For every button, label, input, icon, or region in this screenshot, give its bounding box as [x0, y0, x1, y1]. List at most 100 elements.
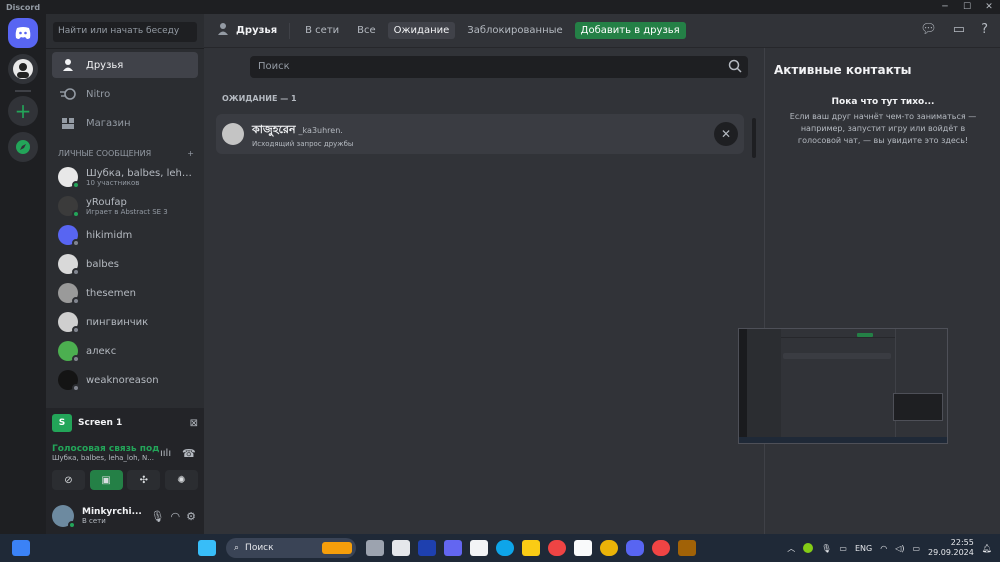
- volume-icon[interactable]: ◁): [895, 544, 904, 553]
- rail-divider: [15, 90, 31, 92]
- clock-date: 29.09.2024: [928, 548, 974, 557]
- document-icon[interactable]: [574, 540, 592, 556]
- stop-stream-icon[interactable]: ⊠: [190, 418, 198, 429]
- dm-name: алекс: [86, 345, 117, 357]
- avatar: [58, 312, 80, 334]
- window-title: Discord: [6, 2, 41, 12]
- yandex-browser-icon[interactable]: [652, 540, 670, 556]
- pending-request-row[interactable]: কাজুহরেন _ka3uhren. Исходящий запрос друж…: [216, 114, 744, 154]
- camera-off-button[interactable]: ⊘: [52, 470, 85, 490]
- task-view-icon[interactable]: [366, 540, 384, 556]
- explore-servers-button[interactable]: [8, 132, 38, 162]
- dm-item[interactable]: yRoufap Играет в Abstract SE 3: [52, 193, 198, 219]
- minimize-button[interactable]: ─: [934, 2, 956, 12]
- mic-tray-icon[interactable]: 🎙︎: [821, 544, 831, 553]
- add-friend-button[interactable]: Добавить в друзья: [574, 22, 686, 39]
- friends-icon: [60, 57, 76, 73]
- server-rail: +: [0, 14, 46, 534]
- avatar: [58, 341, 80, 363]
- preview-rail: [739, 329, 747, 443]
- empty-title: Пока что тут тихо...: [831, 97, 935, 107]
- add-server-button[interactable]: +: [8, 96, 38, 126]
- tab-online[interactable]: В сети: [299, 22, 345, 39]
- stream-preview[interactable]: [738, 328, 948, 444]
- cancel-request-button[interactable]: ✕: [714, 122, 738, 146]
- voice-channel[interactable]: Шубка, balbes, leha_loh, N...: [52, 454, 198, 462]
- share-screen-button[interactable]: ▣: [89, 470, 123, 490]
- home-button[interactable]: [8, 18, 38, 48]
- close-icon: ✕: [720, 127, 732, 141]
- wifi-icon[interactable]: ◠: [880, 544, 887, 553]
- voice-title: Голосовая связь под: [52, 444, 160, 454]
- dm-name: hikimidm: [86, 229, 133, 241]
- stream-panel: S Screen 1 ⊠ Голосовая связь под Шубка, …: [46, 408, 204, 498]
- nav-shop[interactable]: Магазин: [52, 110, 198, 136]
- yandex-icon[interactable]: [548, 540, 566, 556]
- minecraft-icon[interactable]: [678, 540, 696, 556]
- user-info[interactable]: Minkyrchi... В сети: [82, 507, 142, 525]
- start-icon[interactable]: [198, 540, 216, 556]
- disconnect-icon[interactable]: ☎: [182, 447, 196, 460]
- file-icon[interactable]: [392, 540, 410, 556]
- close-window-button[interactable]: ✕: [978, 2, 1000, 12]
- discord-logo-icon: [15, 27, 31, 39]
- signal-icon[interactable]: ıılı: [160, 448, 171, 459]
- notification-icon[interactable]: 🔔︎: [982, 544, 992, 553]
- dm-item[interactable]: thesemen: [52, 280, 198, 306]
- soundboard-icon: ✺: [177, 474, 186, 486]
- edge-icon[interactable]: [496, 540, 514, 556]
- help-icon[interactable]: ?: [981, 22, 988, 37]
- search-conversation-input[interactable]: Найти или начать беседу: [53, 22, 197, 42]
- battery-icon[interactable]: ▭: [912, 544, 920, 553]
- monitor-icon[interactable]: ▭: [839, 544, 847, 553]
- pending-username: _ka3uhren.: [298, 125, 343, 135]
- scrollbar[interactable]: [752, 118, 756, 158]
- add-dm-button[interactable]: +: [187, 149, 194, 158]
- status-indicator: [72, 239, 80, 247]
- widgets-icon[interactable]: [12, 540, 30, 556]
- dm-item[interactable]: hikimidm: [52, 222, 198, 248]
- new-group-dm-icon[interactable]: 💬︎: [920, 22, 937, 37]
- discord-app: Discord ─ ☐ ✕ + Найти или начать беседу …: [0, 0, 1000, 534]
- folder-icon[interactable]: [522, 540, 540, 556]
- gear-icon[interactable]: ⚙: [186, 510, 196, 523]
- preview-taskbar: [739, 437, 947, 443]
- plus-icon: +: [14, 99, 32, 123]
- chevron-up-icon[interactable]: ︿: [787, 543, 795, 554]
- system-tray: ︿ 🎙︎ ▭ ENG ◠ ◁) ▭ 22:55 29.09.2024 🔔︎: [787, 534, 992, 562]
- avatar[interactable]: [52, 505, 76, 529]
- dm-item[interactable]: weaknoreason: [52, 367, 198, 393]
- screen-icon: ▣: [101, 474, 111, 486]
- dm-item[interactable]: Шубка, balbes, leha_l... 10 участников: [52, 164, 198, 190]
- clock[interactable]: 22:55 29.09.2024: [928, 538, 974, 558]
- nav-nitro[interactable]: Nitro: [52, 81, 198, 107]
- headphones-icon[interactable]: ◠: [171, 510, 181, 523]
- steam-icon[interactable]: [418, 540, 436, 556]
- beeline-icon[interactable]: [600, 540, 618, 556]
- dm-item[interactable]: алекс: [52, 338, 198, 364]
- nav-friends[interactable]: Друзья: [52, 52, 198, 78]
- tab-pending[interactable]: Ожидание: [387, 22, 456, 39]
- screen-share-row[interactable]: S Screen 1 ⊠: [52, 414, 198, 432]
- tab-blocked[interactable]: Заблокированные: [461, 22, 568, 39]
- soundboard-button[interactable]: ✺: [164, 470, 198, 490]
- activities-button[interactable]: ✣: [127, 470, 161, 490]
- preview-nested: [893, 393, 943, 421]
- dm-item[interactable]: пингвинчик: [52, 309, 198, 335]
- store-icon[interactable]: [470, 540, 488, 556]
- tab-all[interactable]: Все: [351, 22, 382, 39]
- taskbar-search[interactable]: ⌕ Поиск: [226, 538, 356, 558]
- status-indicator: [72, 326, 80, 334]
- discord-taskbar-icon[interactable]: [626, 540, 644, 556]
- maximize-button[interactable]: ☐: [956, 2, 978, 12]
- inbox-icon[interactable]: ▭: [953, 22, 965, 37]
- nitro-icon: [60, 86, 76, 102]
- user-server-icon[interactable]: [8, 54, 38, 84]
- search-icon: ⌕: [234, 543, 240, 553]
- friends-search-input[interactable]: Поиск: [250, 56, 748, 78]
- language-indicator[interactable]: ENG: [855, 544, 872, 553]
- dm-item[interactable]: balbes: [52, 251, 198, 277]
- mic-icon[interactable]: 🎙︎: [151, 510, 165, 523]
- teams-icon[interactable]: [444, 540, 462, 556]
- tray-app-icon[interactable]: [803, 543, 814, 553]
